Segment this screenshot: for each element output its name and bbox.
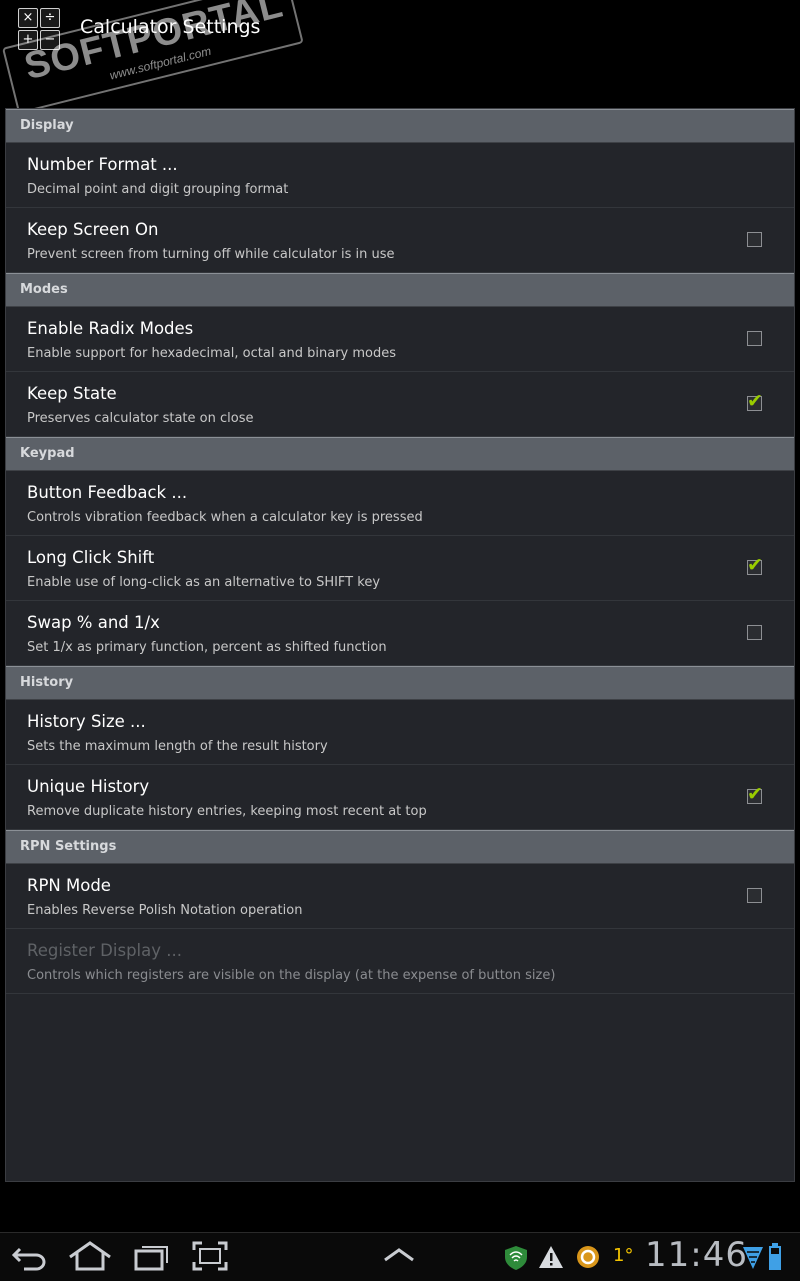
chevron-up-icon[interactable] bbox=[382, 1247, 416, 1263]
rpn-mode-checkbox[interactable] bbox=[747, 888, 762, 903]
temperature-readout: 1° bbox=[613, 1245, 634, 1266]
divide-key-icon: ÷ bbox=[40, 8, 60, 28]
pref-keep-state[interactable]: Keep State Preserves calculator state on… bbox=[6, 372, 794, 437]
section-header-display: Display bbox=[6, 109, 794, 143]
section-header-history: History bbox=[6, 666, 794, 700]
clock: 11:46 bbox=[645, 1235, 748, 1275]
warning-icon[interactable] bbox=[538, 1245, 564, 1269]
multiply-key-icon: × bbox=[18, 8, 38, 28]
swap-percent-reciprocal-checkbox[interactable] bbox=[747, 625, 762, 640]
section-header-modes: Modes bbox=[6, 273, 794, 307]
pref-title: Keep Screen On bbox=[27, 220, 159, 239]
pref-summary: Prevent screen from turning off while ca… bbox=[27, 247, 395, 262]
pref-summary: Sets the maximum length of the result hi… bbox=[27, 739, 328, 754]
pref-summary: Enables Reverse Polish Notation operatio… bbox=[27, 903, 303, 918]
settings-list[interactable]: Display Number Format ... Decimal point … bbox=[5, 108, 795, 1182]
pref-summary: Enable support for hexadecimal, octal an… bbox=[27, 346, 397, 361]
back-icon[interactable] bbox=[12, 1241, 48, 1271]
pref-title: Unique History bbox=[27, 777, 150, 796]
section-header-keypad: Keypad bbox=[6, 437, 794, 471]
keep-screen-on-checkbox[interactable] bbox=[747, 232, 762, 247]
pref-summary: Preserves calculator state on close bbox=[27, 411, 254, 426]
pref-enable-radix-modes[interactable]: Enable Radix Modes Enable support for he… bbox=[6, 307, 794, 372]
page-title: Calculator Settings bbox=[80, 16, 261, 38]
screenshot-icon[interactable] bbox=[192, 1241, 228, 1271]
action-bar: × ÷ + − Calculator Settings bbox=[0, 0, 800, 108]
pref-title: Enable Radix Modes bbox=[27, 319, 194, 338]
checkmark-icon: ✔ bbox=[747, 390, 763, 412]
pref-title: Keep State bbox=[27, 384, 117, 403]
battery-icon bbox=[768, 1243, 782, 1271]
checkmark-icon: ✔ bbox=[747, 783, 763, 805]
wifi-signal-icon bbox=[742, 1245, 764, 1271]
pref-unique-history[interactable]: Unique History Remove duplicate history … bbox=[6, 765, 794, 830]
pref-title: Number Format ... bbox=[27, 155, 178, 174]
weather-app-icon[interactable] bbox=[576, 1245, 600, 1269]
plus-key-icon: + bbox=[18, 30, 38, 50]
security-shield-icon[interactable] bbox=[504, 1245, 528, 1271]
calculator-app-icon[interactable]: × ÷ + − bbox=[18, 8, 60, 50]
unique-history-checkbox[interactable]: ✔ bbox=[747, 783, 763, 805]
pref-summary: Remove duplicate history entries, keepin… bbox=[27, 804, 427, 819]
pref-title: Button Feedback ... bbox=[27, 483, 188, 502]
pref-summary: Set 1/x as primary function, percent as … bbox=[27, 640, 387, 655]
pref-title: History Size ... bbox=[27, 712, 146, 731]
pref-button-feedback[interactable]: Button Feedback ... Controls vibration f… bbox=[6, 471, 794, 536]
system-bar: 1° 11:46 bbox=[0, 1232, 800, 1281]
pref-summary: Decimal point and digit grouping format bbox=[27, 182, 289, 197]
pref-history-size[interactable]: History Size ... Sets the maximum length… bbox=[6, 700, 794, 765]
pref-swap-percent-reciprocal[interactable]: Swap % and 1/x Set 1/x as primary functi… bbox=[6, 601, 794, 666]
checkmark-icon: ✔ bbox=[747, 554, 763, 576]
pref-keep-screen-on[interactable]: Keep Screen On Prevent screen from turni… bbox=[6, 208, 794, 273]
pref-title: Swap % and 1/x bbox=[27, 613, 160, 632]
pref-rpn-mode[interactable]: RPN Mode Enables Reverse Polish Notation… bbox=[6, 864, 794, 929]
pref-long-click-shift[interactable]: Long Click Shift Enable use of long-clic… bbox=[6, 536, 794, 601]
section-header-rpn-settings: RPN Settings bbox=[6, 830, 794, 864]
pref-title: Long Click Shift bbox=[27, 548, 155, 567]
enable-radix-modes-checkbox[interactable] bbox=[747, 331, 762, 346]
home-icon[interactable] bbox=[68, 1241, 112, 1271]
pref-title: RPN Mode bbox=[27, 876, 111, 895]
pref-title: Register Display ... bbox=[27, 941, 182, 960]
pref-summary: Controls which registers are visible on … bbox=[27, 968, 556, 983]
pref-register-display: Register Display ... Controls which regi… bbox=[6, 929, 794, 994]
long-click-shift-checkbox[interactable]: ✔ bbox=[747, 554, 763, 576]
pref-summary: Enable use of long-click as an alternati… bbox=[27, 575, 381, 590]
keep-state-checkbox[interactable]: ✔ bbox=[747, 390, 763, 412]
pref-number-format[interactable]: Number Format ... Decimal point and digi… bbox=[6, 143, 794, 208]
recent-apps-icon[interactable] bbox=[134, 1241, 170, 1271]
minus-key-icon: − bbox=[40, 30, 60, 50]
pref-summary: Controls vibration feedback when a calcu… bbox=[27, 510, 423, 525]
